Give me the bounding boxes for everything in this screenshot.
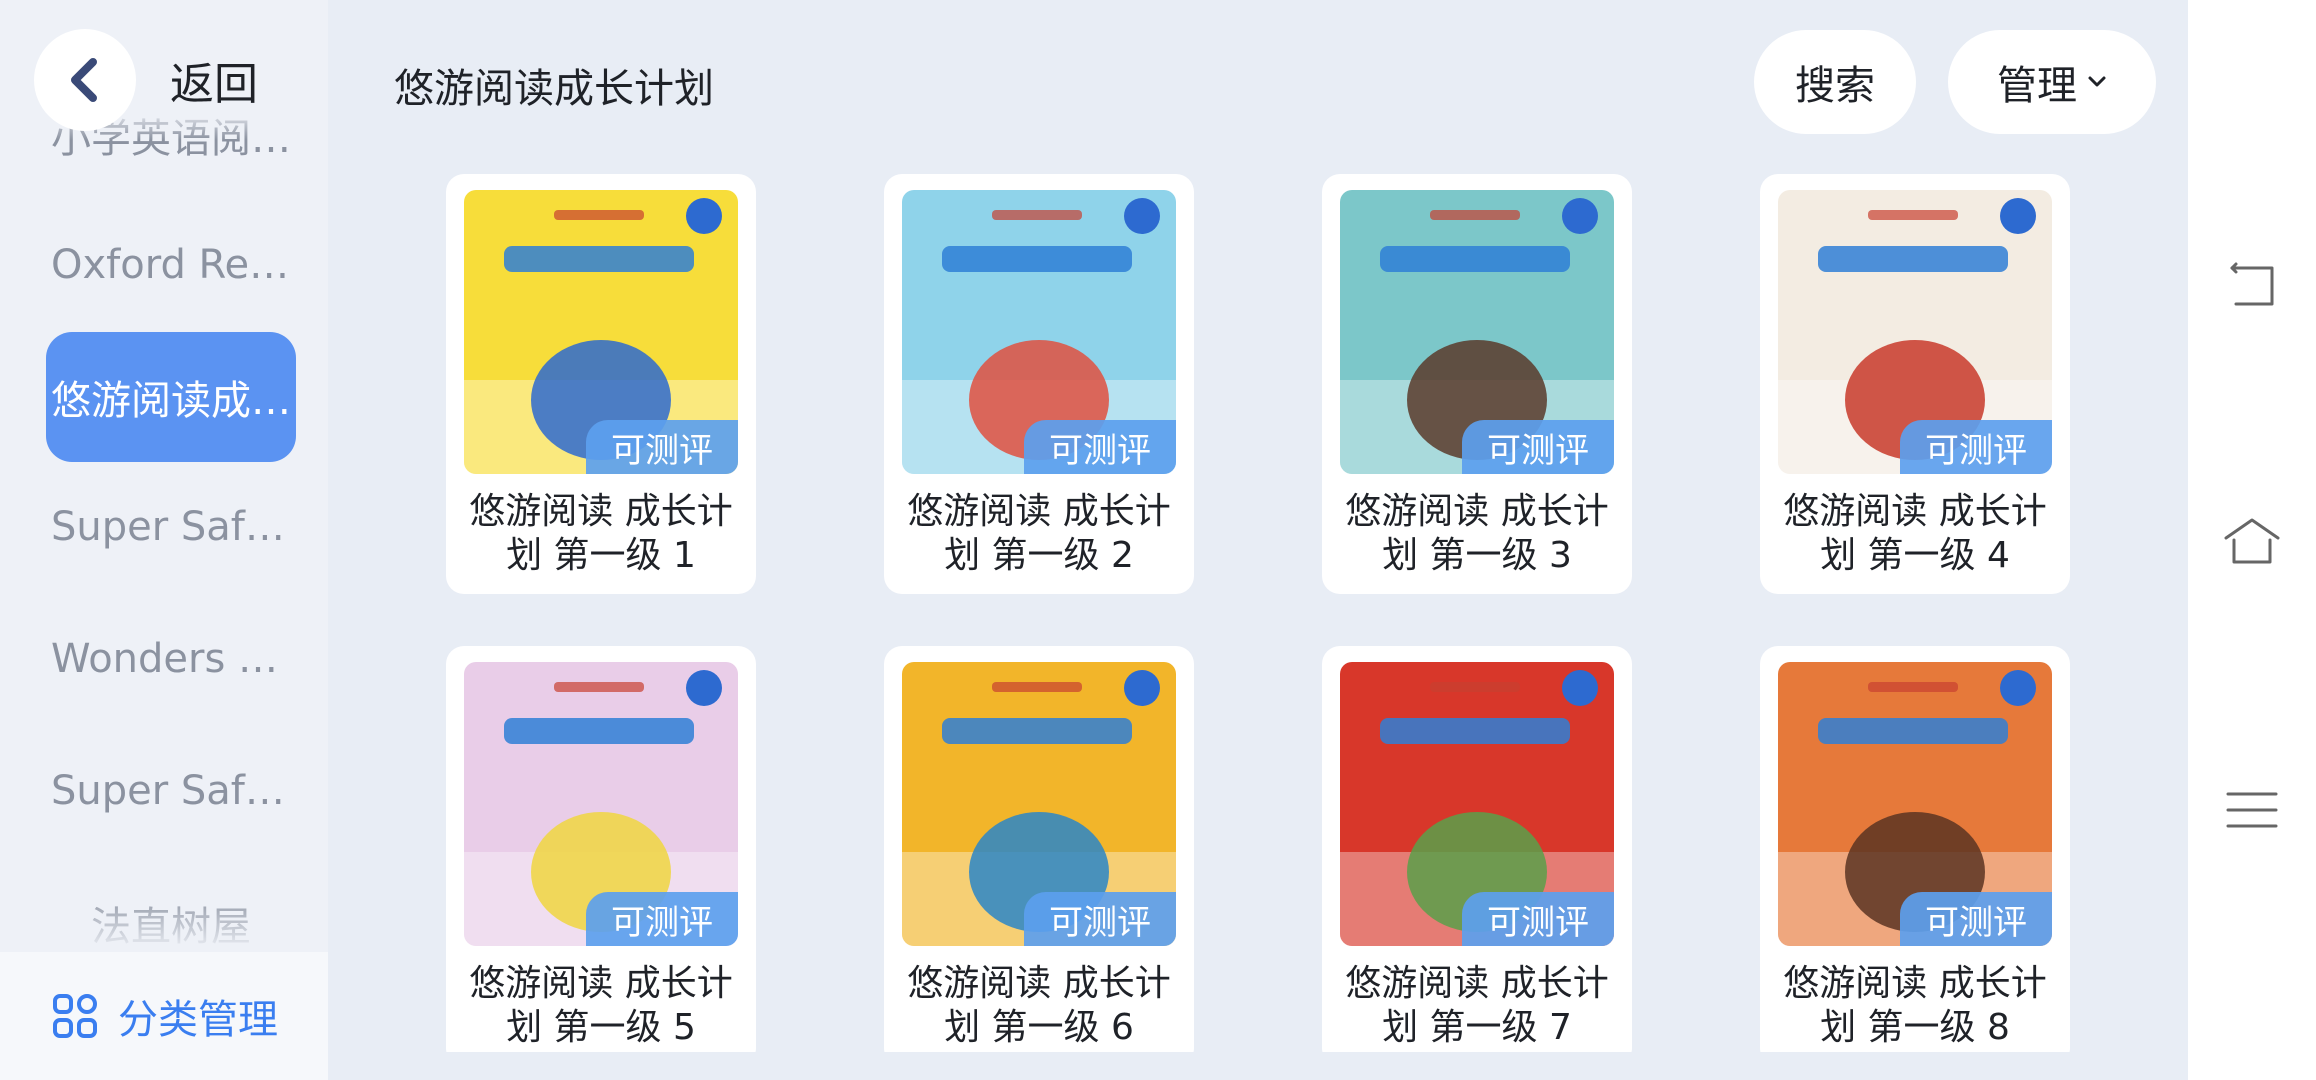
sidebar-category-label: 悠游阅读成…: [51, 378, 291, 424]
sidebar-category-label: Oxford Rea…: [51, 242, 291, 288]
back-control[interactable]: 返回: [34, 28, 258, 132]
book-cover[interactable]: 可测评: [1778, 190, 2052, 474]
sidebar-category-item[interactable]: Oxford Rea…: [46, 200, 296, 330]
sidebar-category-label: Super Safa…: [51, 768, 291, 814]
book-card[interactable]: 可测评悠游阅读 成长计划 第一级 5: [446, 646, 756, 1052]
book-card[interactable]: 可测评悠游阅读 成长计划 第一级 8: [1760, 646, 2070, 1052]
category-sidebar: 返回 小学英语阅… Oxford Rea… 悠游阅读成… Super Safa… Won…: [0, 0, 328, 1080]
grid-icon: [53, 994, 97, 1038]
assessable-badge: 可测评: [1462, 420, 1614, 474]
category-manage-label: 分类管理: [118, 997, 278, 1043]
sidebar-category-item[interactable]: Wonders R…: [46, 594, 296, 724]
book-card[interactable]: 可测评悠游阅读 成长计划 第一级 7: [1322, 646, 1632, 1052]
sidebar-category-label: 法直树屋: [91, 904, 251, 950]
book-cover[interactable]: 可测评: [902, 662, 1176, 946]
book-cover[interactable]: 可测评: [902, 190, 1176, 474]
book-grid: 可测评 悠游阅读 成长计划 第一级 1 可测评 悠游阅读 成长计划 第一级 2 可测评悠…: [328, 150, 2188, 1052]
search-label: 搜索: [1795, 63, 1875, 109]
assessable-badge: 可测评: [1462, 892, 1614, 946]
book-card[interactable]: 可测评悠游阅读 成长计划 第一级 6: [884, 646, 1194, 1052]
book-title: 悠游阅读 成长计划 第一级 5: [469, 963, 733, 1048]
book-title: 悠游阅读 成长计划 第一级 6: [907, 963, 1171, 1048]
assessable-badge: 可测评: [1900, 892, 2052, 946]
chevron-left-icon: [71, 58, 97, 102]
sidebar-category-label: Wonders R…: [51, 636, 291, 682]
book-cover[interactable]: 可测评: [1778, 662, 2052, 946]
manage-dropdown-button[interactable]: 管理: [1948, 30, 2156, 134]
back-label[interactable]: 返回: [170, 48, 258, 112]
nav-home-icon[interactable]: [2222, 512, 2282, 572]
system-nav-bar: [2188, 0, 2316, 1080]
book-title: 悠游阅读 成长计划 第一级 4: [1783, 491, 2047, 576]
sidebar-category-item[interactable]: Super Safa…: [46, 462, 296, 592]
sidebar-category-item[interactable]: 悠游阅读成…: [46, 332, 296, 462]
sidebar-category-label: Super Safa…: [51, 504, 291, 550]
category-manage-button[interactable]: 分类管理: [0, 952, 328, 1080]
book-card[interactable]: 可测评悠游阅读 成长计划 第一级 4: [1760, 174, 2070, 594]
assessable-badge: 可测评: [1024, 420, 1176, 474]
back-button[interactable]: [34, 29, 136, 131]
book-title: 悠游阅读 成长计划 第一级 7: [1345, 963, 1609, 1048]
book-title: 悠游阅读 成长计划 第一级 1: [469, 491, 733, 576]
book-title: 悠游阅读 成长计划 第一级 2: [907, 491, 1171, 576]
search-button[interactable]: 搜索: [1754, 30, 1916, 134]
manage-label: 管理: [1997, 63, 2077, 109]
assessable-badge: 可测评: [1900, 420, 2052, 474]
nav-back-icon[interactable]: [2222, 256, 2282, 316]
chevron-down-icon: [2088, 76, 2106, 87]
book-cover[interactable]: 可测评: [464, 190, 738, 474]
book-title: 悠游阅读 成长计划 第一级 3: [1345, 491, 1609, 576]
book-cover[interactable]: 可测评: [464, 662, 738, 946]
book-card[interactable]: 可测评悠游阅读 成长计划 第一级 3: [1322, 174, 1632, 594]
assessable-badge: 可测评: [586, 420, 738, 474]
book-title: 悠游阅读 成长计划 第一级 8: [1783, 963, 2047, 1048]
book-cover[interactable]: 可测评: [1340, 662, 1614, 946]
assessable-badge: 可测评: [1024, 892, 1176, 946]
book-cover[interactable]: 可测评: [1340, 190, 1614, 474]
book-card[interactable]: 可测评悠游阅读 成长计划 第一级 2: [884, 174, 1194, 594]
page-title: 悠游阅读成长计划: [394, 66, 714, 112]
sidebar-category-item[interactable]: Super Safa…: [46, 726, 296, 856]
book-card[interactable]: 可测评悠游阅读 成长计划 第一级 1: [446, 174, 756, 594]
assessable-badge: 可测评: [586, 892, 738, 946]
nav-menu-icon[interactable]: [2222, 780, 2282, 840]
